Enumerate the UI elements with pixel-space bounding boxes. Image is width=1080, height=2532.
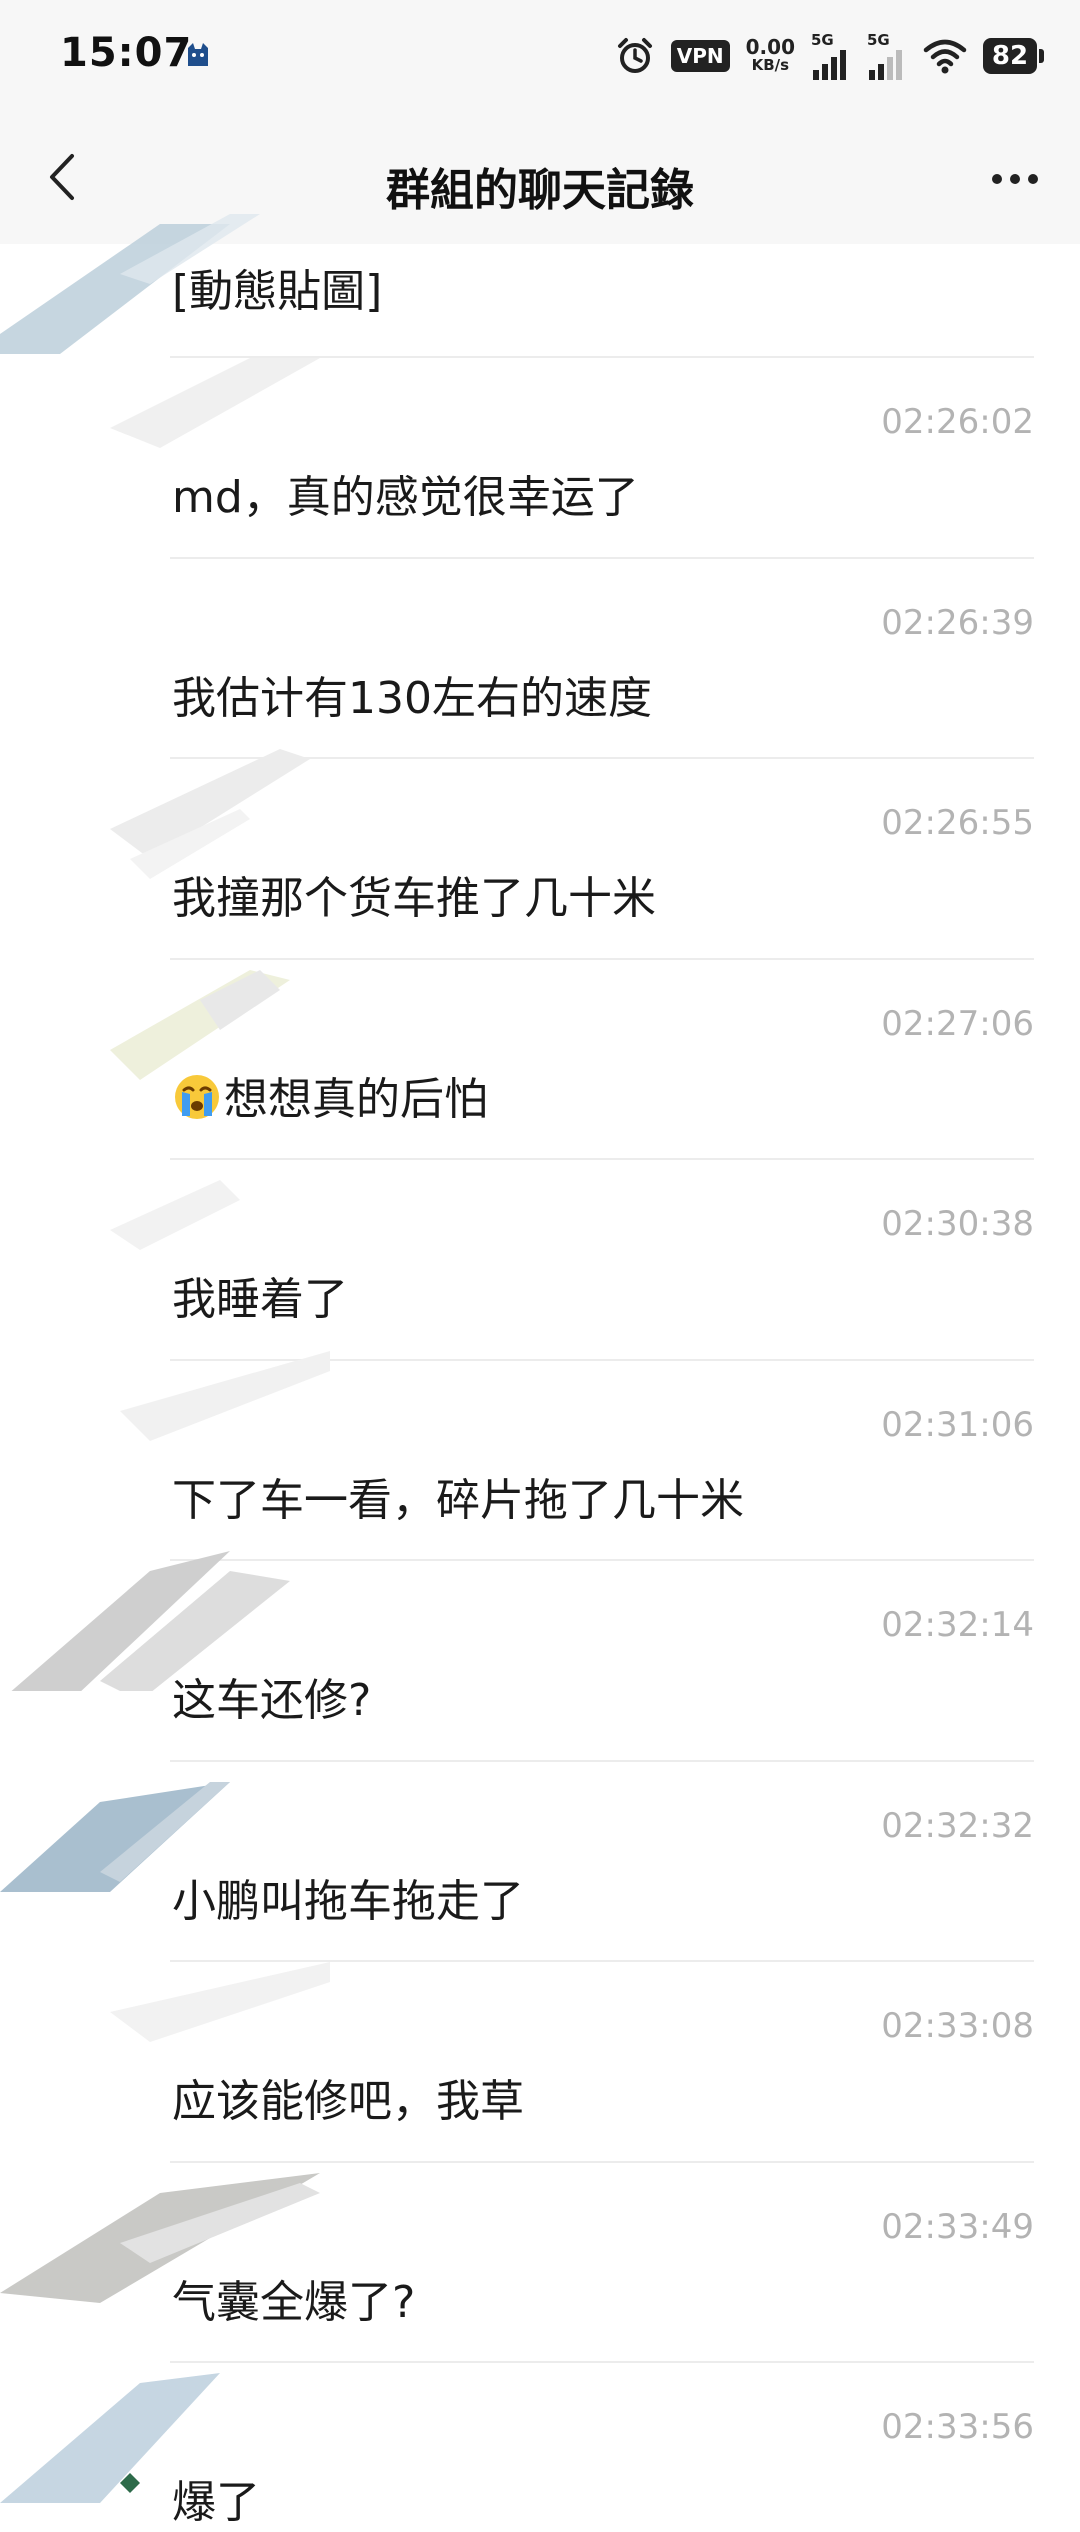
- status-bar: 15:07 VPN 0.00 KB/s 5G 5G 82: [0, 0, 1080, 112]
- message-text: 小鹏叫拖车拖走了: [172, 1875, 524, 1927]
- message-text: 我睡着了: [172, 1274, 348, 1325]
- wifi-icon: [923, 39, 967, 74]
- more-options-icon[interactable]: [980, 144, 1050, 214]
- net-speed-value: 0.00: [745, 35, 795, 59]
- message-time: 02:33:08: [881, 2006, 1034, 2046]
- message-time: 02:33:56: [881, 2407, 1034, 2447]
- message-time: 02:26:55: [881, 803, 1034, 843]
- list-item[interactable]: 02:31:06 下了车一看，碎片拖了几十米: [0, 1350, 1080, 1561]
- list-item[interactable]: 02:32:32 小鹏叫拖车拖走了: [0, 1762, 1080, 1962]
- message-time: 02:27:06: [881, 1003, 1034, 1044]
- message-text: 我估计有130左右的速度: [172, 672, 652, 724]
- message-text-content: 想想真的后怕: [224, 1073, 488, 1125]
- message-time: 02:33:49: [881, 2206, 1034, 2247]
- message-text: 应该能修吧，我草: [172, 2076, 524, 2127]
- signal-icon: [813, 49, 846, 80]
- nav-bar: 群組的聊天記錄: [0, 112, 1080, 244]
- net-speed: 0.00 KB/s: [745, 35, 795, 74]
- message-text: 想想真的后怕: [172, 1072, 488, 1128]
- redacted-avatar: [110, 749, 310, 879]
- page-title: 群組的聊天記錄: [386, 165, 694, 216]
- status-icons: VPN 0.00 KB/s 5G 5G 82: [615, 28, 1044, 84]
- message-text: 爆了: [172, 2477, 260, 2528]
- alarm-icon: [617, 38, 652, 73]
- list-item[interactable]: 02:26:02 md，真的感觉很幸运了: [0, 358, 1080, 559]
- redacted-avatar: [110, 1962, 330, 2042]
- message-time: 02:30:38: [881, 1204, 1034, 1244]
- crying-face-emoji: [175, 1074, 219, 1119]
- message-time: 02:26:02: [881, 402, 1034, 442]
- list-item[interactable]: 02:32:14 这车还修?: [0, 1551, 1080, 1762]
- vpn-badge: VPN: [670, 40, 730, 72]
- message-text: [動態貼圖]: [172, 266, 383, 317]
- list-item[interactable]: [動態貼圖]: [0, 214, 1080, 358]
- message-text: md，真的感觉很幸运了: [172, 472, 639, 523]
- signal-sim2: 5G: [867, 30, 907, 80]
- status-time: 15:07: [60, 30, 193, 76]
- message-text: 我撞那个货车推了几十米: [172, 873, 656, 924]
- battery-tip: [1039, 49, 1044, 63]
- list-item[interactable]: 02:33:56 爆了: [0, 2363, 1080, 2532]
- redacted-avatar: [11, 1551, 290, 1691]
- signal-sim2-label: 5G: [867, 30, 890, 49]
- message-text: 这车还修?: [172, 1675, 372, 1726]
- list-item[interactable]: 02:30:38 我睡着了: [0, 1160, 1080, 1361]
- list-item[interactable]: 02:33:49 气囊全爆了?: [0, 2163, 1080, 2363]
- list-item[interactable]: 02:26:39 我估计有130左右的速度: [0, 559, 1080, 759]
- cat-icon: [188, 43, 208, 66]
- message-text: 气囊全爆了?: [172, 2276, 416, 2328]
- list-item[interactable]: 02:27:06 想想真的后怕: [0, 960, 1080, 1160]
- message-time: 02:32:14: [881, 1605, 1034, 1645]
- message-text: 下了车一看，碎片拖了几十米: [172, 1474, 744, 1526]
- list-item[interactable]: 02:26:55 我撞那个货车推了几十米: [0, 749, 1080, 960]
- signal-sim1-label: 5G: [811, 30, 834, 49]
- message-time: 02:31:06: [881, 1404, 1034, 1445]
- signal-icon: [869, 49, 902, 80]
- message-time: 02:32:32: [881, 1805, 1034, 1846]
- list-item[interactable]: 02:33:08 应该能修吧，我草: [0, 1962, 1080, 2163]
- message-time: 02:26:39: [881, 602, 1034, 643]
- net-speed-unit: KB/s: [751, 56, 790, 74]
- redacted-avatar: [120, 1350, 330, 1441]
- signal-sim1: 5G: [811, 30, 851, 80]
- battery-icon: 82: [983, 38, 1044, 74]
- battery-level: 82: [983, 38, 1037, 74]
- chat-history-screen: 15:07 VPN 0.00 KB/s 5G 5G 82 群組的聊天記錄 [動態…: [0, 0, 1080, 2532]
- redacted-avatar: [0, 2373, 220, 2503]
- message-list[interactable]: [動態貼圖] 02:26:02 md，真的感觉很幸运了 02:26:39 我估计…: [0, 214, 1080, 2532]
